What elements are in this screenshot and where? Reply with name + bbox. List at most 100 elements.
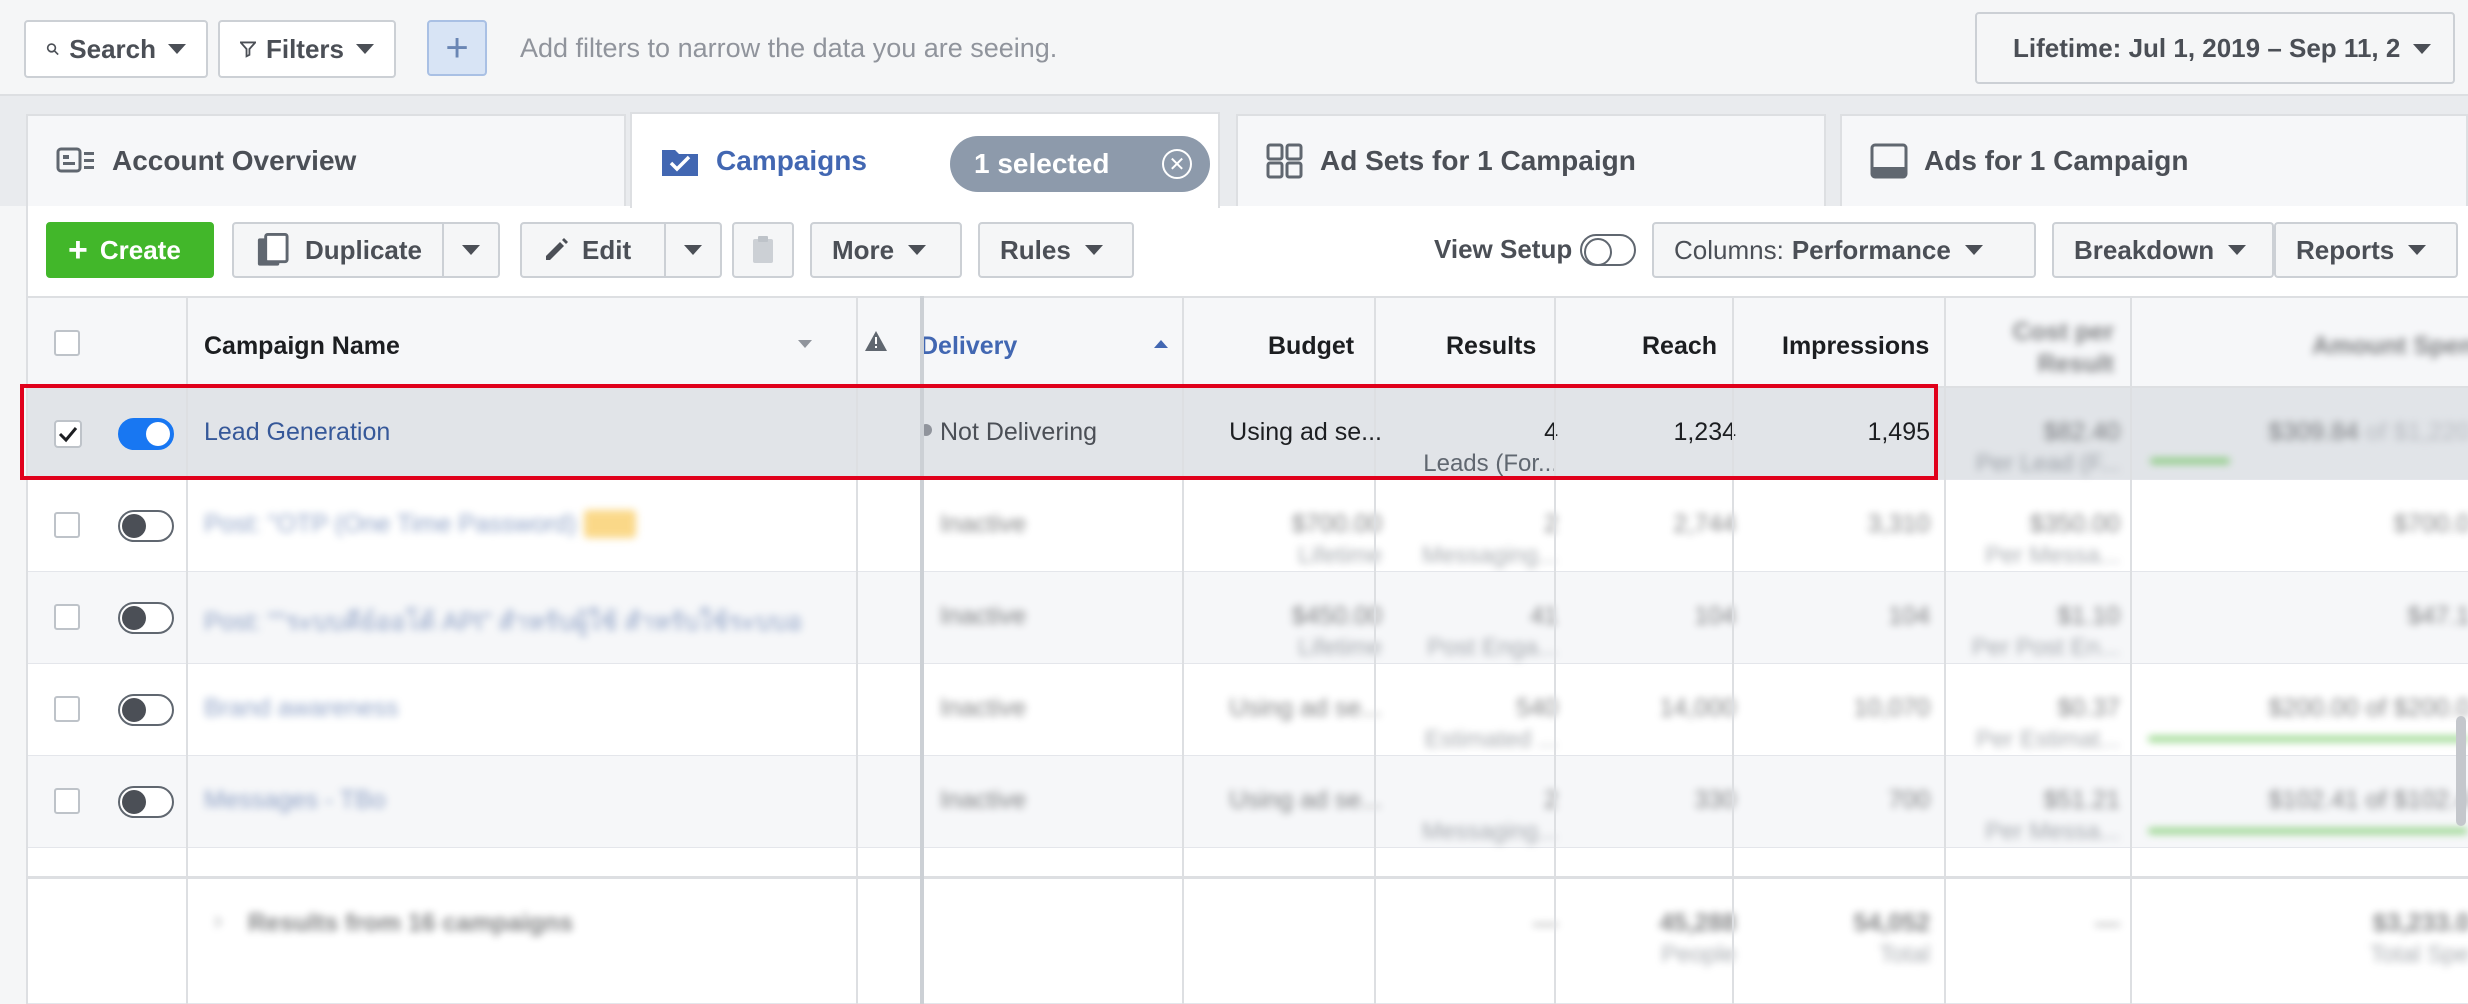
add-filter-button[interactable]: + — [427, 20, 487, 76]
rules-button[interactable]: Rules — [978, 222, 1134, 278]
date-range-label: Lifetime: Jul 1, 2019 – Sep 11, 2 — [2013, 32, 2401, 63]
tab-label: Account Overview — [112, 145, 357, 176]
budget-value: Using ad se... — [1229, 694, 1382, 722]
column-divider — [856, 296, 858, 1004]
row-checkbox[interactable] — [54, 788, 80, 814]
more-label: More — [832, 234, 895, 265]
row-checkbox[interactable] — [54, 604, 80, 630]
campaign-toggle[interactable] — [118, 694, 174, 726]
date-range-button[interactable]: Lifetime: Jul 1, 2019 – Sep 11, 2 — [1975, 12, 2455, 84]
chevron-down-icon — [168, 44, 186, 54]
row-checkbox[interactable] — [54, 696, 80, 722]
column-divider — [1554, 296, 1556, 1004]
filter-hint[interactable]: Add filters to narrow the data you are s… — [520, 33, 1057, 64]
campaign-toggle[interactable] — [118, 602, 174, 634]
results-value: 540 — [1516, 694, 1558, 722]
cost-per-result-value: $51.21 — [2043, 786, 2120, 814]
delivery-status: Inactive — [940, 602, 1027, 630]
emoji-icon — [584, 510, 636, 538]
table-row[interactable]: Brand awareness Inactive Using ad se... … — [28, 664, 2468, 756]
campaign-toggle[interactable] — [118, 786, 174, 818]
reports-button[interactable]: Reports — [2274, 222, 2458, 278]
checkbox-checked[interactable] — [54, 420, 82, 448]
cost-per-result-total: — — [2095, 909, 2120, 937]
tab-ads[interactable]: Ads for 1 Campaign — [1840, 114, 2468, 206]
campaign-name-link[interactable]: Post: ""ระบบคีย์ออโต้ API" สำหรับผู้ใช้ … — [204, 602, 804, 642]
selected-count-badge[interactable]: 1 selected ✕ — [950, 136, 1210, 192]
amount-spent-value: $200.00 of $200.0 — [2268, 694, 2468, 723]
vertical-scrollbar[interactable] — [2456, 716, 2466, 826]
duplicate-icon — [257, 232, 289, 266]
impressions-value: 3,310 — [1867, 510, 1930, 538]
column-header-budget[interactable]: Budget — [1268, 332, 1354, 361]
column-header-impressions[interactable]: Impressions — [1782, 332, 1929, 361]
cost-per-result-value: $82.40 — [2043, 418, 2120, 446]
campaign-name-link[interactable]: Lead Generation — [204, 418, 390, 447]
tab-label: Ad Sets for 1 Campaign — [1320, 145, 1636, 176]
column-divider — [1732, 296, 1734, 1004]
cost-per-result-value: $1.10 — [2057, 602, 2120, 630]
duplicate-dropdown-button[interactable] — [444, 222, 500, 278]
row-checkbox[interactable] — [54, 512, 80, 538]
clipboard-button[interactable] — [732, 222, 794, 278]
edit-dropdown-button[interactable] — [666, 222, 722, 278]
column-divider — [2130, 296, 2132, 1004]
account-overview-icon — [56, 147, 94, 173]
campaign-name-link[interactable]: Post: "OTP (One Time Password) " — [204, 510, 592, 539]
table-row[interactable]: Post: ""ระบบคีย์ออโต้ API" สำหรับผู้ใช้ … — [28, 572, 2468, 664]
columns-button[interactable]: Columns: Performance — [1652, 222, 2036, 278]
duplicate-button[interactable]: Duplicate — [232, 222, 444, 278]
column-header-amount-spent[interactable]: Amount Spent — [2312, 332, 2468, 361]
column-divider — [1374, 296, 1376, 1004]
campaign-toggle[interactable] — [118, 510, 174, 542]
create-label: Create — [99, 234, 181, 265]
cost-per-result-value: $350.00 — [2029, 510, 2120, 538]
reach-value: 330 — [1694, 786, 1736, 814]
spend-progress-bar — [2148, 736, 2468, 742]
table-row[interactable]: Messages - TBo Inactive Using ad se... 2… — [28, 756, 2468, 848]
column-header-delivery[interactable]: Delivery — [920, 332, 1017, 361]
chevron-down-icon — [2413, 44, 2431, 54]
expand-chevron-icon[interactable]: › — [214, 907, 222, 935]
campaign-name-link[interactable]: Messages - TBo — [204, 786, 386, 815]
cost-per-result-type: Per Estimat... — [1975, 726, 2120, 753]
amount-spent-of: of $200.0 — [2365, 694, 2468, 722]
amount-spent-total: $3,233.0 — [2372, 909, 2468, 937]
table-row[interactable]: Post: "OTP (One Time Password) " Inactiv… — [28, 480, 2468, 572]
amount-spent-value: $47.1 — [2407, 602, 2468, 630]
impressions-value: 700 — [1888, 786, 1930, 814]
sort-caret-icon[interactable] — [798, 340, 812, 348]
column-header-cost-per-result[interactable]: Cost per Result — [1994, 316, 2114, 380]
frozen-column-divider — [920, 296, 924, 1004]
edit-label: Edit — [582, 234, 632, 265]
select-all-checkbox[interactable] — [54, 330, 80, 356]
duplicate-label: Duplicate — [304, 234, 422, 265]
column-header-results[interactable]: Results — [1446, 332, 1536, 361]
search-button[interactable]: Search — [24, 20, 208, 78]
amount-spent: $309.84 — [2268, 418, 2359, 446]
column-header-campaign-name[interactable]: Campaign Name — [204, 332, 400, 361]
campaign-toggle[interactable] — [118, 418, 174, 450]
breakdown-button[interactable]: Breakdown — [2052, 222, 2274, 278]
view-setup-toggle[interactable] — [1580, 234, 1636, 266]
chevron-down-icon — [2408, 245, 2427, 255]
edit-button[interactable]: Edit — [520, 222, 666, 278]
campaign-name-link[interactable]: Brand awareness — [204, 694, 399, 723]
more-button[interactable]: More — [810, 222, 962, 278]
tab-account-overview[interactable]: Account Overview — [26, 114, 626, 206]
pencil-icon — [546, 238, 568, 260]
clear-selection-icon[interactable]: ✕ — [1162, 149, 1192, 179]
filters-button[interactable]: Filters — [218, 20, 396, 78]
amount-spent-value: $700.0 — [2393, 510, 2468, 538]
table-row[interactable]: Lead Generation Not Delivering Using ad … — [28, 388, 2468, 480]
chevron-down-icon — [462, 245, 480, 255]
spend-progress-bar — [2150, 458, 2230, 464]
plus-icon: + — [68, 230, 88, 269]
amount-spent: $200.00 — [2268, 694, 2359, 722]
column-header-reach[interactable]: Reach — [1642, 332, 1717, 361]
create-button[interactable]: + Create — [46, 222, 214, 278]
tab-ad-sets[interactable]: Ad Sets for 1 Campaign — [1236, 114, 1826, 206]
amount-spent-of: of $102.4 — [2365, 786, 2468, 814]
reach-total: 45,288 — [1659, 909, 1736, 937]
search-icon — [46, 43, 59, 56]
